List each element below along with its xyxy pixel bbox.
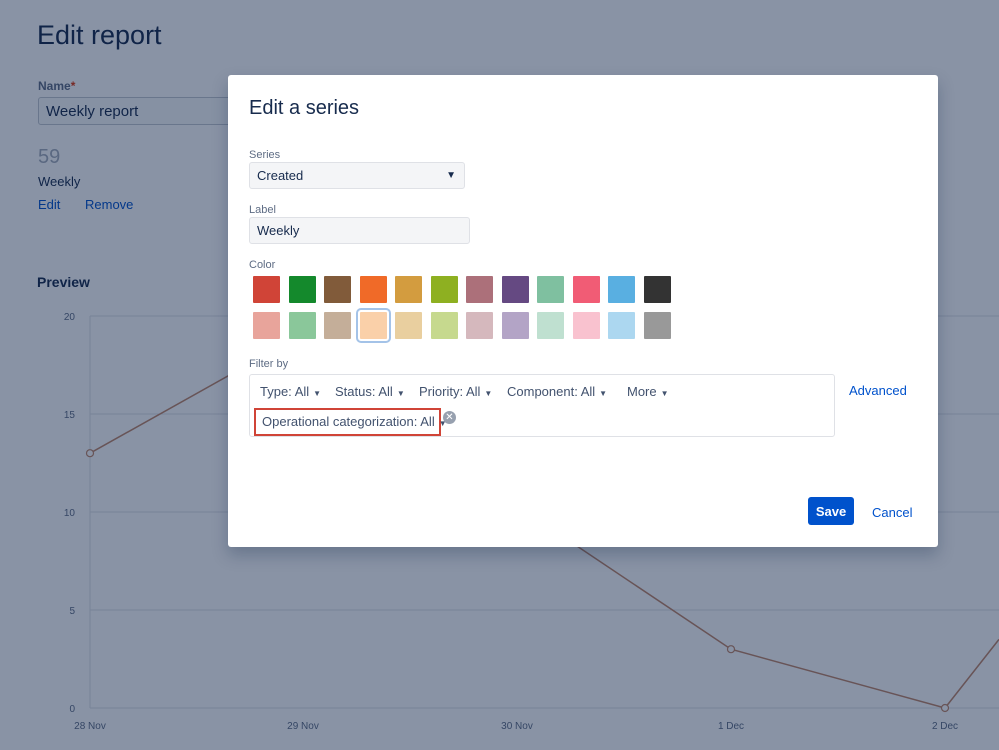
type-filter[interactable]: Type: All ▼ xyxy=(260,384,321,399)
color-swatch[interactable] xyxy=(537,276,564,303)
dialog-title: Edit a series xyxy=(249,97,360,119)
label-label: Label xyxy=(249,204,276,216)
color-swatch[interactable] xyxy=(572,312,600,339)
component-filter[interactable]: Component: All ▼ xyxy=(507,384,607,399)
color-swatch[interactable] xyxy=(359,276,387,303)
more-filter-label: More xyxy=(627,384,657,399)
advanced-link[interactable]: Advanced xyxy=(849,383,907,398)
color-swatch[interactable] xyxy=(395,312,422,339)
color-swatch[interactable] xyxy=(572,276,600,303)
color-palette xyxy=(253,276,683,343)
cancel-button[interactable]: Cancel xyxy=(872,505,912,520)
series-label: Series xyxy=(249,149,281,161)
operational-categorization-filter[interactable]: Operational categorization: All ▼ xyxy=(262,414,447,429)
color-swatch[interactable] xyxy=(324,312,351,339)
color-swatch[interactable] xyxy=(608,312,635,339)
color-swatch[interactable] xyxy=(324,276,351,303)
operational-categorization-filter-label: Operational categorization: All xyxy=(262,414,435,429)
color-swatch[interactable] xyxy=(501,312,529,339)
save-button[interactable]: Save xyxy=(808,497,854,525)
component-filter-label: Component: All xyxy=(507,384,596,399)
color-swatch[interactable] xyxy=(501,276,529,303)
color-swatch[interactable] xyxy=(288,312,316,339)
filter-label: Filter by xyxy=(249,358,289,370)
chevron-down-icon: ▼ xyxy=(484,389,493,398)
label-input[interactable]: Weekly xyxy=(249,217,470,244)
chevron-down-icon: ▼ xyxy=(396,389,405,398)
color-swatch[interactable] xyxy=(643,276,671,303)
clear-filter-icon[interactable]: ✕ xyxy=(443,411,456,424)
edit-series-dialog: Edit a series Series Created ▼ Label Wee… xyxy=(228,75,938,547)
color-swatch[interactable] xyxy=(253,276,280,303)
chevron-down-icon: ▼ xyxy=(599,389,608,398)
operational-categorization-filter-highlight: Operational categorization: All ▼ xyxy=(254,408,447,436)
color-swatch[interactable] xyxy=(395,276,422,303)
chevron-down-icon: ▼ xyxy=(660,389,669,398)
color-swatch[interactable] xyxy=(355,308,391,343)
more-filter[interactable]: More ▼ xyxy=(627,384,669,399)
priority-filter-label: Priority: All xyxy=(419,384,481,399)
status-filter-label: Status: All xyxy=(335,384,393,399)
color-label: Color xyxy=(249,259,276,271)
color-swatch[interactable] xyxy=(430,276,458,303)
chevron-down-icon: ▼ xyxy=(313,389,322,398)
type-filter-label: Type: All xyxy=(260,384,310,399)
chevron-down-icon: ▼ xyxy=(446,170,456,181)
color-swatch[interactable] xyxy=(643,312,671,339)
color-swatch[interactable] xyxy=(537,312,564,339)
color-swatch[interactable] xyxy=(466,312,493,339)
color-swatch[interactable] xyxy=(608,276,635,303)
series-select[interactable]: Created ▼ xyxy=(249,162,465,189)
status-filter[interactable]: Status: All ▼ xyxy=(335,384,405,399)
series-select-value: Created xyxy=(257,168,304,183)
color-swatch[interactable] xyxy=(430,312,458,339)
filter-box: Type: All ▼ Status: All ▼ Priority: All ▼ C… xyxy=(249,374,835,437)
color-swatch[interactable] xyxy=(253,312,280,339)
color-swatch[interactable] xyxy=(288,276,316,303)
priority-filter[interactable]: Priority: All ▼ xyxy=(419,384,492,399)
color-swatch[interactable] xyxy=(466,276,493,303)
